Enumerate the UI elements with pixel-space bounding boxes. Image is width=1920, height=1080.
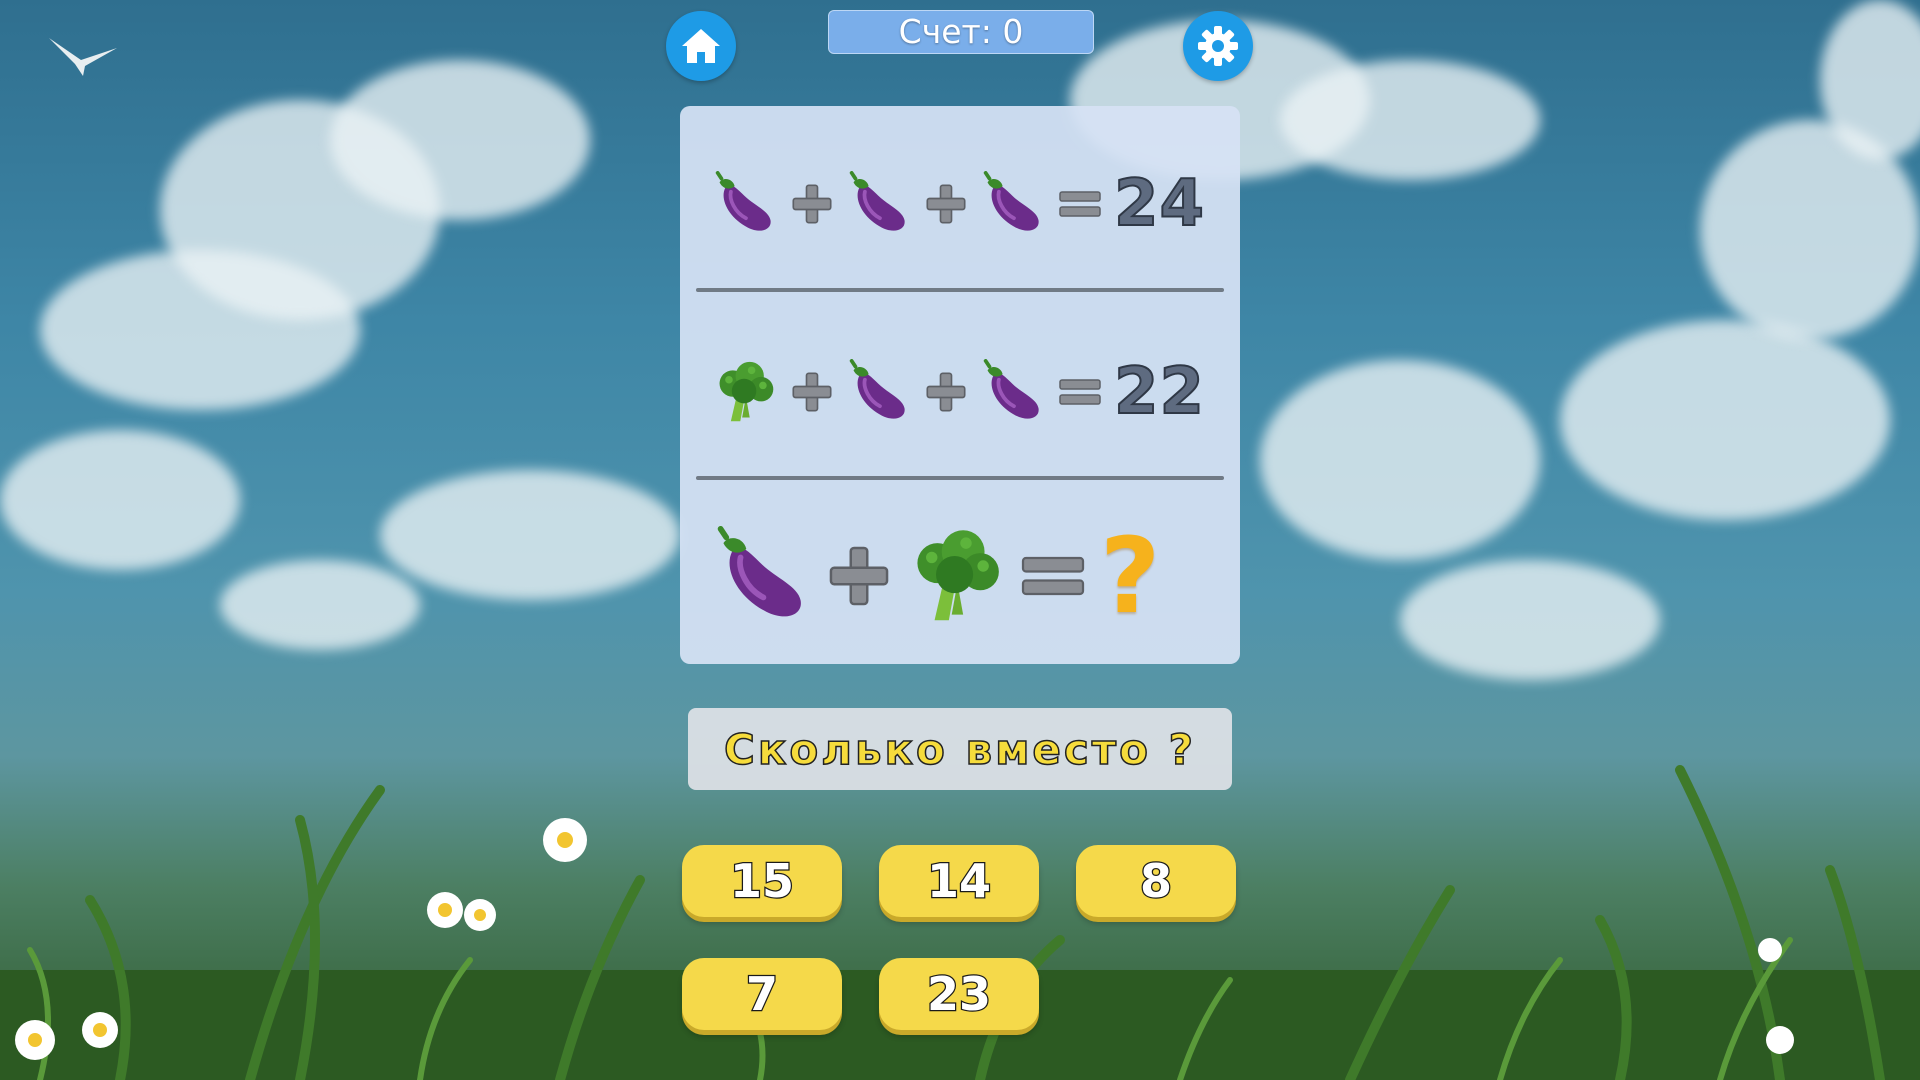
home-icon xyxy=(682,29,720,63)
eggplant-icon xyxy=(980,171,1046,237)
answer-button-15[interactable]: 15 xyxy=(682,845,842,917)
answer-button-8[interactable]: 8 xyxy=(1076,845,1236,917)
equals-icon xyxy=(1058,372,1102,412)
answer-button-23[interactable]: 23 xyxy=(879,958,1039,1030)
unknown-result: ? xyxy=(1100,515,1161,637)
equation-result: 22 xyxy=(1113,354,1206,430)
home-button[interactable] xyxy=(666,11,736,81)
answer-button-14[interactable]: 14 xyxy=(879,845,1039,917)
eggplant-icon xyxy=(846,359,912,425)
broccoli-icon xyxy=(712,359,778,425)
equation-result: 24 xyxy=(1113,166,1206,242)
eggplant-icon xyxy=(846,171,912,237)
plus-icon xyxy=(790,182,834,226)
score-display: Счет: 0 xyxy=(828,10,1094,54)
broccoli-icon xyxy=(906,526,1006,626)
equation-row-1: 24 xyxy=(712,154,1205,254)
plus-icon xyxy=(790,370,834,414)
plus-icon xyxy=(924,182,968,226)
question-banner: Сколько вместо ? xyxy=(688,708,1232,790)
plus-icon xyxy=(826,543,892,609)
answer-button-7[interactable]: 7 xyxy=(682,958,842,1030)
equals-icon xyxy=(1058,184,1102,224)
row-divider xyxy=(696,288,1224,292)
equals-icon xyxy=(1020,546,1086,606)
row-divider xyxy=(696,476,1224,480)
puzzle-panel: 24 22 ? xyxy=(680,106,1240,664)
eggplant-icon xyxy=(712,171,778,237)
equation-row-3: ? xyxy=(712,515,1161,637)
plus-icon xyxy=(924,370,968,414)
gear-icon xyxy=(1198,26,1238,66)
settings-button[interactable] xyxy=(1183,11,1253,81)
eggplant-icon xyxy=(980,359,1046,425)
equation-row-2: 22 xyxy=(712,342,1205,442)
eggplant-icon xyxy=(712,526,812,626)
bird-icon xyxy=(49,38,117,76)
